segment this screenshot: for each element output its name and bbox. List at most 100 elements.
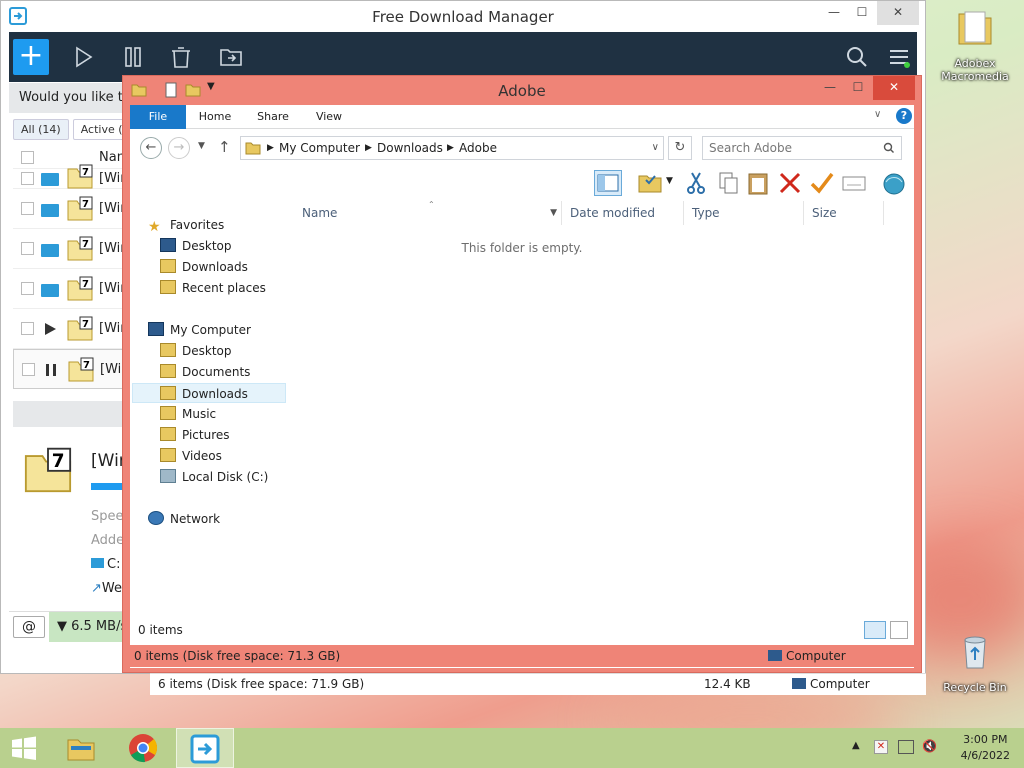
table-row[interactable]: 7 [Win xyxy=(13,309,129,349)
nav-item-downloads[interactable]: Downloads xyxy=(132,383,286,403)
up-button[interactable]: ↑ xyxy=(218,138,231,156)
breadcrumb-my-computer[interactable]: My Computer xyxy=(279,137,360,159)
nav-item-videos[interactable]: Videos xyxy=(160,446,222,466)
nav-favorites[interactable]: ★ Favorites xyxy=(148,215,224,235)
clock[interactable]: 3:00 PM 4/6/2022 xyxy=(961,732,1010,764)
column-size[interactable]: Size xyxy=(804,201,884,225)
network-tray-icon[interactable] xyxy=(898,740,914,754)
details-view-button[interactable] xyxy=(864,621,886,639)
nav-item-local-disk[interactable]: Local Disk (C:) xyxy=(160,467,268,487)
nav-item-recent[interactable]: Recent places xyxy=(160,278,266,298)
ribbon-expand-icon[interactable]: ∨ xyxy=(874,109,881,120)
column-dropdown-icon[interactable]: ▼ xyxy=(550,201,557,225)
properties-icon[interactable] xyxy=(840,170,868,196)
snail-icon[interactable]: @ xyxy=(13,616,45,638)
recent-locations-dropdown[interactable]: ▼ xyxy=(198,141,205,151)
desktop-icon-adobex[interactable]: Adobex Macromedia xyxy=(936,6,1014,83)
close-button[interactable]: ✕ xyxy=(873,76,915,100)
nav-item-music[interactable]: Music xyxy=(160,404,216,424)
play-icon[interactable] xyxy=(43,322,57,336)
detail-path[interactable]: C: xyxy=(91,557,120,572)
forward-button[interactable]: → xyxy=(168,137,190,159)
paste-icon[interactable] xyxy=(744,170,772,196)
breadcrumb-separator: ▶ xyxy=(267,143,274,153)
maximize-button[interactable]: ☐ xyxy=(847,1,877,25)
row-checkbox[interactable] xyxy=(21,282,34,295)
row-checkbox[interactable] xyxy=(21,322,34,335)
shell-icon[interactable] xyxy=(880,170,908,196)
column-name[interactable]: Name ⌃ ▼ xyxy=(294,200,562,225)
row-checkbox[interactable] xyxy=(21,202,34,215)
show-hidden-icons[interactable]: ▲ xyxy=(852,740,860,751)
tab-share[interactable]: Share xyxy=(248,105,298,129)
delete-icon[interactable] xyxy=(776,170,804,196)
speed-indicator[interactable]: ▼ 6.5 MB/s xyxy=(49,612,125,642)
table-row[interactable]: 7 [Win xyxy=(13,269,129,309)
start-button[interactable] xyxy=(0,728,48,768)
nav-item-downloads[interactable]: Downloads xyxy=(160,257,248,277)
address-bar[interactable]: ▶ My Computer ▶ Downloads ▶ Adobe ∨ xyxy=(240,136,664,160)
taskbar-fdm[interactable] xyxy=(176,728,234,768)
table-row[interactable]: 7 [Win xyxy=(13,189,129,229)
status-location-text: Computer xyxy=(786,649,846,663)
table-row[interactable]: 7 [Win xyxy=(13,164,129,189)
minimize-button[interactable]: — xyxy=(819,1,849,25)
maximize-button[interactable]: ☐ xyxy=(843,76,873,100)
move-to-folder-icon[interactable] xyxy=(219,45,243,69)
row-checkbox[interactable] xyxy=(21,172,34,185)
table-row[interactable]: 7 [Win xyxy=(13,349,130,389)
nav-my-computer[interactable]: My Computer xyxy=(148,320,251,340)
select-folder-icon[interactable] xyxy=(636,170,664,196)
nav-item-pictures[interactable]: Pictures xyxy=(160,425,230,445)
desktop-folder-icon xyxy=(160,343,176,357)
table-row[interactable]: 7 [Win xyxy=(13,229,129,269)
archive-7z-icon: 7 xyxy=(68,357,94,382)
resume-icon[interactable] xyxy=(73,45,97,69)
breadcrumb-adobe[interactable]: Adobe xyxy=(459,137,497,159)
search-icon[interactable] xyxy=(845,45,869,69)
taskbar-chrome[interactable] xyxy=(114,728,172,768)
desktop-icon-recycle-bin[interactable]: Recycle Bin xyxy=(936,630,1014,694)
organize-dropdown[interactable]: ▼ xyxy=(666,176,673,186)
action-center-icon[interactable]: ✕ xyxy=(874,740,888,754)
breadcrumb-downloads[interactable]: Downloads xyxy=(377,137,443,159)
detail-web[interactable]: ↗We xyxy=(91,581,122,596)
refresh-button[interactable]: ↻ xyxy=(668,136,692,160)
back-button[interactable]: ← xyxy=(140,137,162,159)
cut-icon[interactable] xyxy=(682,170,710,196)
help-icon[interactable]: ? xyxy=(896,108,912,124)
external-link-icon: ↗ xyxy=(91,581,102,596)
nav-item-desktop[interactable]: Desktop xyxy=(160,341,232,361)
fdm-detail-panel: 7 [Win Spee Adde C: ↗We xyxy=(13,429,130,607)
row-checkbox[interactable] xyxy=(22,363,35,376)
nav-item-documents[interactable]: Documents xyxy=(160,362,250,382)
select-all-checkbox[interactable] xyxy=(21,151,34,164)
large-icons-view-button[interactable] xyxy=(890,621,908,639)
close-button[interactable]: ✕ xyxy=(877,1,919,25)
pause-icon[interactable] xyxy=(123,45,147,69)
nav-item-desktop[interactable]: Desktop xyxy=(160,236,232,256)
trash-icon[interactable] xyxy=(169,45,193,69)
search-input[interactable]: Search Adobe xyxy=(702,136,902,160)
address-dropdown-icon[interactable]: ∨ xyxy=(652,137,659,159)
music-folder-icon xyxy=(160,406,176,420)
volume-muted-icon[interactable]: 🔇 xyxy=(922,739,937,753)
tab-view[interactable]: View xyxy=(304,105,354,129)
svg-text:7: 7 xyxy=(82,279,89,290)
nav-network[interactable]: Network xyxy=(148,509,220,529)
tab-file[interactable]: File xyxy=(130,105,186,129)
menu-icon[interactable] xyxy=(887,45,911,69)
minimize-button[interactable]: — xyxy=(815,76,845,100)
add-download-button[interactable]: + xyxy=(13,39,49,75)
filter-all-chip[interactable]: All (14) xyxy=(13,119,69,140)
folder-icon xyxy=(91,558,104,568)
rename-check-icon[interactable] xyxy=(808,170,836,196)
taskbar-file-explorer[interactable] xyxy=(52,728,110,768)
column-type[interactable]: Type xyxy=(684,201,804,225)
preview-pane-button[interactable] xyxy=(594,170,622,196)
column-date-modified[interactable]: Date modified xyxy=(562,201,684,225)
tab-home[interactable]: Home xyxy=(190,105,240,129)
copy-icon[interactable] xyxy=(714,170,742,196)
row-checkbox[interactable] xyxy=(21,242,34,255)
pause-icon[interactable] xyxy=(44,363,58,377)
